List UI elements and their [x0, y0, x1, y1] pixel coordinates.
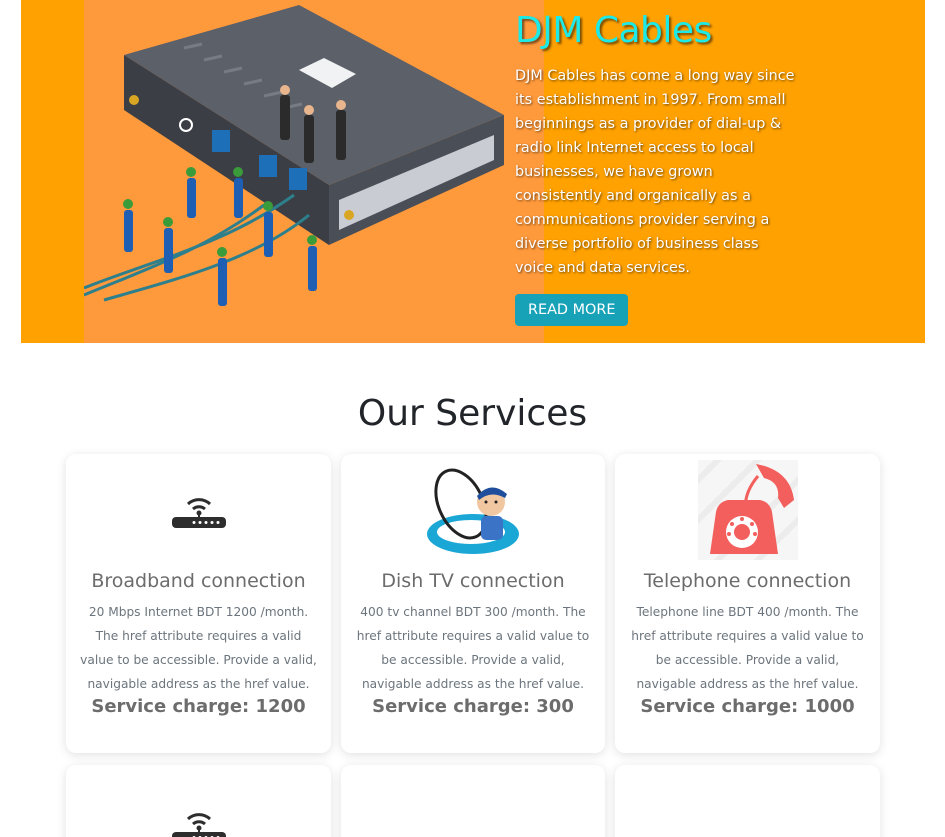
router-icon: [80, 765, 317, 837]
service-card-dish-tv: Dish TV connection 400 tv channel BDT 30…: [341, 454, 605, 753]
service-card-broadband: Broadband connection 20 Mbps Internet BD…: [66, 454, 331, 753]
hero-banner: DJM Cables DJM Cables has come a long wa…: [21, 0, 925, 343]
router-icon: [80, 454, 317, 566]
service-description: 400 tv channel BDT 300 /month. The href …: [356, 605, 590, 691]
service-card: [615, 765, 880, 837]
service-charge: Service charge: 1000: [640, 696, 855, 717]
hero-title: DJM Cables: [515, 10, 712, 51]
service-card: [341, 765, 605, 837]
router-illustration: [84, 5, 504, 306]
service-card: [66, 765, 331, 837]
satellite-dish-icon: [355, 454, 591, 566]
service-card-telephone: Telephone connection Telephone line BDT …: [615, 454, 880, 753]
read-more-button[interactable]: READ MORE: [515, 294, 629, 326]
hero-description: DJM Cables has come a long way since its…: [515, 68, 795, 276]
service-title: Dish TV connection: [381, 570, 565, 592]
telephone-icon: [629, 454, 866, 566]
service-charge: Service charge: 1200: [91, 696, 306, 717]
service-description: 20 Mbps Internet BDT 1200 /month. The hr…: [80, 605, 317, 691]
service-charge: Service charge: 300: [372, 696, 574, 717]
service-title: Broadband connection: [91, 570, 306, 592]
hero-content: DJM Cables DJM Cables has come a long wa…: [515, 8, 795, 326]
services-heading: Our Services: [357, 393, 588, 434]
service-description: Telephone line BDT 400 /month. The href …: [631, 605, 864, 691]
service-title: Telephone connection: [643, 570, 852, 592]
